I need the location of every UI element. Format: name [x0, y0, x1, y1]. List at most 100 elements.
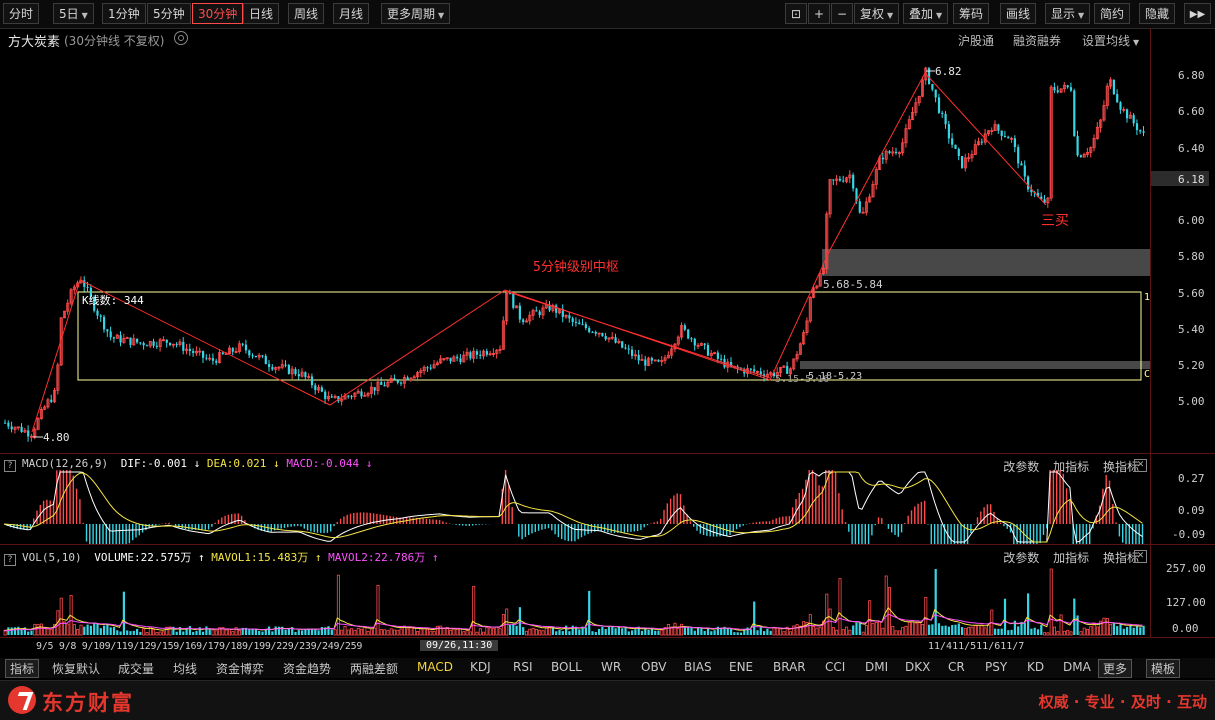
volume-bar: [89, 625, 92, 635]
volume-bar: [478, 628, 482, 636]
volume-bar: [106, 623, 109, 635]
volume-bar: [621, 628, 624, 635]
tab-more[interactable]: 更多: [1098, 659, 1133, 678]
tab-macd[interactable]: MACD: [417, 660, 453, 674]
period-fenshi-button[interactable]: 分时: [3, 3, 40, 24]
candle-body: [475, 351, 479, 355]
price-tick: 5.00: [1178, 395, 1205, 408]
period-5day-button[interactable]: 5日 ▼: [53, 3, 94, 24]
volume-bar: [769, 630, 772, 635]
period-5min-button[interactable]: 5分钟: [147, 3, 191, 24]
candle-body: [621, 341, 624, 348]
candle-body: [832, 179, 835, 181]
tab-margin-diff[interactable]: 两融差额: [350, 660, 398, 677]
overlay-button[interactable]: 叠加 ▼: [903, 3, 949, 24]
candle-body: [479, 354, 482, 356]
zoom-in-icon[interactable]: +: [808, 3, 830, 24]
candle-body: [202, 351, 205, 358]
volume-bar: [386, 630, 390, 636]
period-day-button[interactable]: 日线: [243, 3, 280, 24]
candle-body: [310, 376, 314, 386]
gear-icon[interactable]: [174, 31, 188, 45]
volume-bar: [366, 630, 370, 636]
volume-bar: [465, 630, 469, 636]
tab-kdj[interactable]: KDJ: [470, 660, 491, 674]
volume-bar: [376, 584, 380, 636]
hk-connect-link[interactable]: 沪股通: [958, 32, 994, 49]
more-periods-button[interactable]: 更多周期 ▼: [381, 3, 451, 24]
volume-bar: [931, 624, 934, 635]
tab-restore-default[interactable]: 恢复默认: [52, 660, 100, 677]
volume-bar: [205, 626, 208, 635]
volume-bar: [346, 629, 350, 636]
candle-body: [1139, 129, 1142, 132]
volume-bar: [954, 624, 957, 635]
period-month-button[interactable]: 月线: [333, 3, 370, 24]
tab-wr[interactable]: WR: [601, 660, 621, 674]
volume-bar: [607, 627, 611, 635]
display-button[interactable]: 显示 ▼: [1045, 3, 1091, 24]
tab-ene[interactable]: ENE: [729, 660, 753, 674]
tab-rsi[interactable]: RSI: [513, 660, 533, 674]
lock-icon[interactable]: ⊡: [785, 3, 807, 24]
time-axis-left-labels: 9/5 9/8 9/109/119/129/159/169/179/189/19…: [36, 641, 363, 652]
volume-bar: [749, 629, 752, 635]
chips-button[interactable]: 筹码: [953, 3, 990, 24]
candlestick-chart[interactable]: 6.80 6.60 6.40 6.00 5.80 5.60 5.40 5.20 …: [0, 49, 1215, 453]
volume-bar: [561, 631, 564, 635]
volume-bar: [458, 628, 462, 636]
volume-bar: [389, 628, 393, 636]
volume-bar: [858, 621, 861, 635]
candle-body: [347, 395, 350, 397]
tab-dkx[interactable]: DKX: [905, 660, 930, 674]
volume-bar: [841, 629, 845, 636]
candle-body: [716, 352, 719, 359]
volume-bar: [967, 626, 971, 636]
candle-body: [687, 329, 690, 339]
tab-cr[interactable]: CR: [948, 660, 965, 674]
volume-bar: [598, 628, 601, 635]
tab-volume[interactable]: 成交量: [118, 660, 154, 677]
candle-body: [268, 364, 271, 367]
tab-dma[interactable]: DMA: [1063, 660, 1091, 674]
macd-dea: DEA:0.021: [206, 457, 267, 470]
volume-bar: [175, 631, 178, 635]
draw-line-button[interactable]: 画线: [1000, 3, 1037, 24]
restore-rights-button[interactable]: 复权 ▼: [854, 3, 900, 24]
tab-psy[interactable]: PSY: [985, 660, 1007, 674]
resistance-band: [822, 249, 1150, 276]
candle-body: [706, 344, 710, 356]
zoom-out-icon[interactable]: −: [831, 3, 853, 24]
volume-bar: [142, 628, 146, 636]
candle-body: [188, 348, 191, 351]
tab-dmi[interactable]: DMI: [865, 660, 888, 674]
candle-body: [145, 345, 149, 347]
tab-brar[interactable]: BRAR: [773, 660, 806, 674]
tab-fund-game[interactable]: 资金博弈: [216, 660, 264, 677]
period-1min-button[interactable]: 1分钟: [102, 3, 146, 24]
tab-kd[interactable]: KD: [1027, 660, 1044, 674]
volume-bar: [188, 626, 191, 635]
volume-bar: [416, 630, 420, 636]
tab-template[interactable]: 模板: [1146, 659, 1181, 678]
candle-body: [637, 354, 640, 361]
volume-bar: [1056, 631, 1060, 636]
tab-indicator[interactable]: 指标: [5, 659, 40, 678]
period-week-button[interactable]: 周线: [288, 3, 325, 24]
tab-fund-trend[interactable]: 资金趋势: [283, 660, 331, 677]
margin-trading-link[interactable]: 融资融券: [1013, 32, 1061, 49]
volume-bar: [789, 631, 793, 636]
tab-boll[interactable]: BOLL: [551, 660, 582, 674]
volume-bar: [654, 630, 657, 635]
fast-forward-icon[interactable]: ▶▶: [1184, 3, 1211, 24]
set-ma-link[interactable]: 设置均线 ▼: [1082, 32, 1139, 49]
volume-bar: [987, 624, 991, 636]
tab-ma[interactable]: 均线: [173, 660, 197, 677]
simple-mode-button[interactable]: 简约: [1094, 3, 1131, 24]
period-30min-button[interactable]: 30分钟: [192, 3, 244, 24]
hide-button[interactable]: 隐藏: [1139, 3, 1176, 24]
tab-cci[interactable]: CCI: [825, 660, 845, 674]
tab-bias[interactable]: BIAS: [684, 660, 712, 674]
volume-bar: [1069, 631, 1073, 636]
tab-obv[interactable]: OBV: [641, 660, 667, 674]
